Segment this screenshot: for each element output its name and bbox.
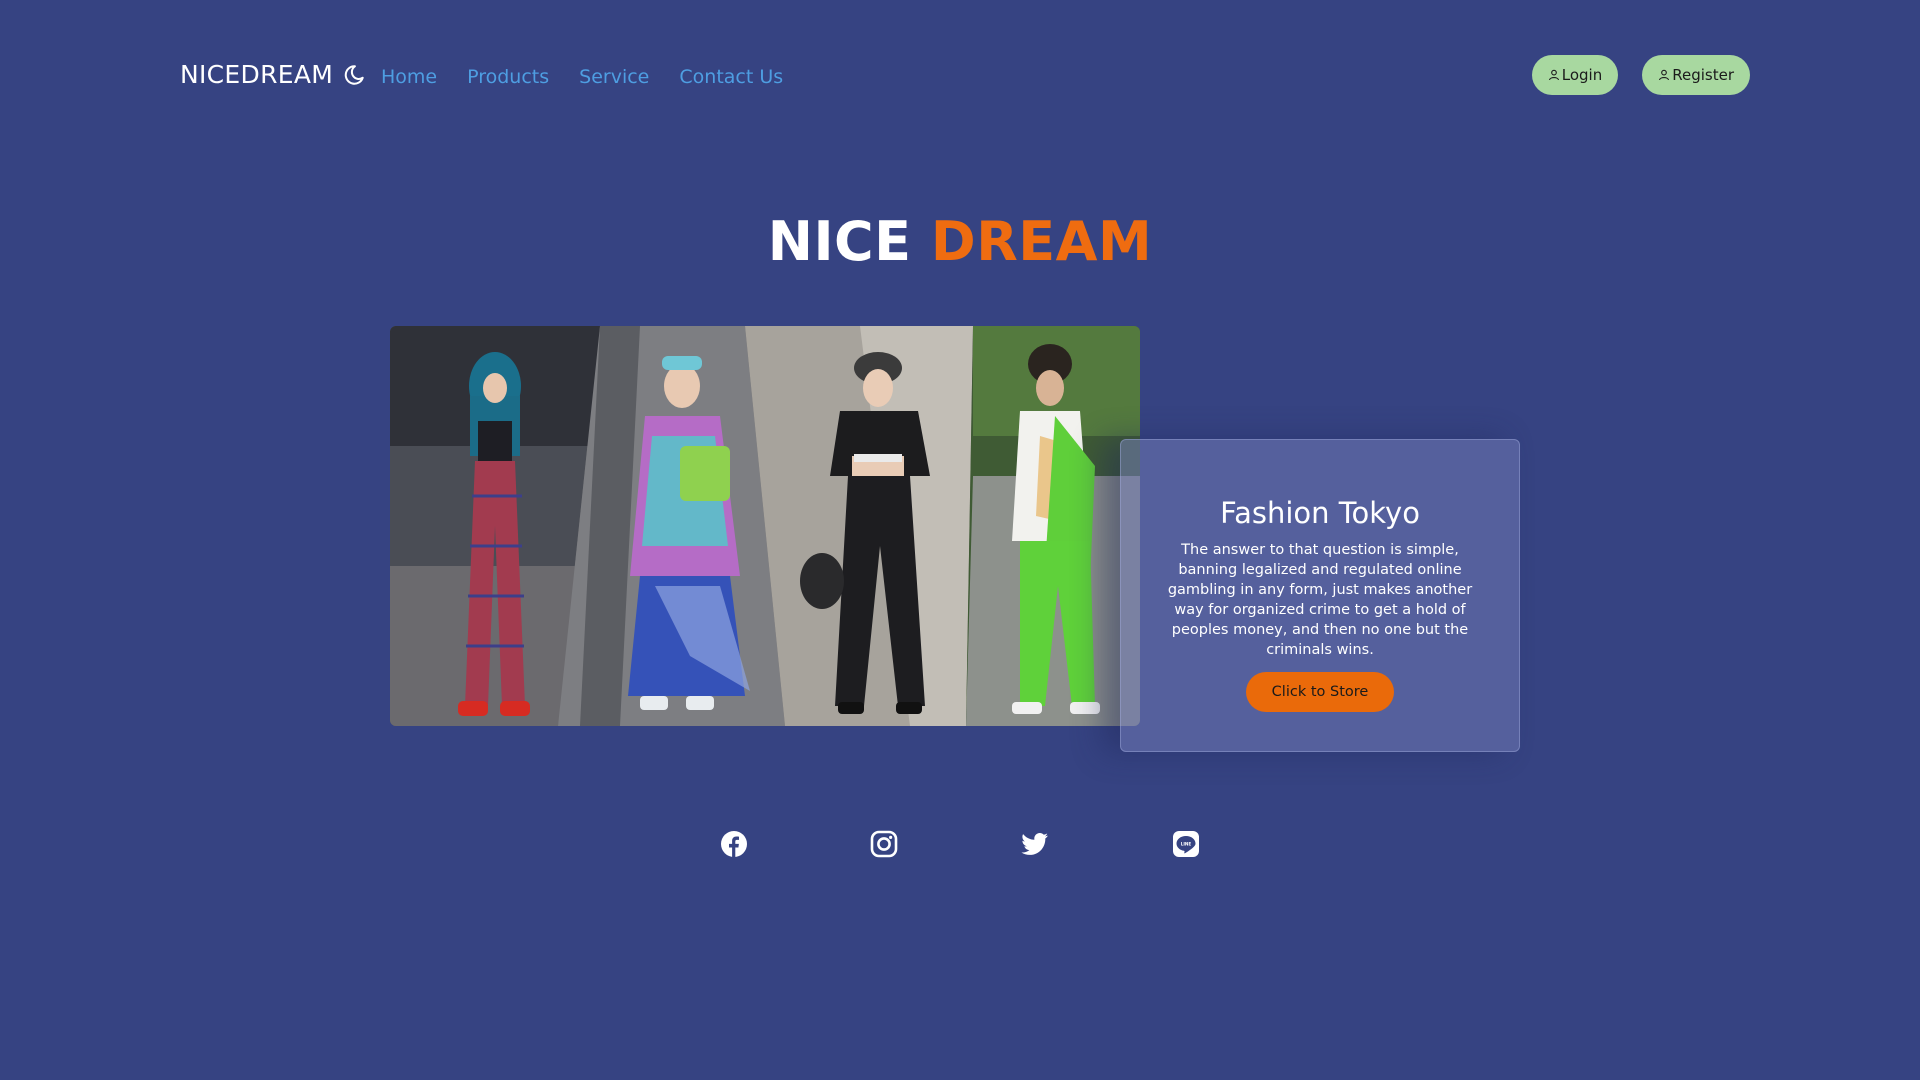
login-button[interactable]: Login <box>1531 55 1619 95</box>
user-icon <box>1658 69 1670 81</box>
moon-icon[interactable] <box>343 63 365 87</box>
nav-home-link[interactable]: Home <box>381 66 437 88</box>
fashion-collage-image <box>390 326 1140 726</box>
click-to-store-button[interactable]: Click to Store <box>1245 672 1395 712</box>
fashion-card: Fashion Tokyo The answer to that questio… <box>1120 439 1520 752</box>
card-title: Fashion Tokyo <box>1220 496 1420 530</box>
nav-service-link[interactable]: Service <box>579 66 649 88</box>
card-description: The answer to that question is simple, b… <box>1167 542 1473 658</box>
hero-title: NICE DREAM <box>0 210 1920 273</box>
navbar: NICEDREAM Home Products Service Contact … <box>0 0 1920 150</box>
auth-buttons: Login Register <box>1531 55 1750 95</box>
instagram-icon[interactable] <box>870 830 898 858</box>
register-button[interactable]: Register <box>1642 55 1750 95</box>
brand-name: NICEDREAM <box>180 60 334 89</box>
brand-logo[interactable]: NICEDREAM <box>180 60 365 89</box>
nav-contact-link[interactable]: Contact Us <box>679 66 783 88</box>
main-nav: Home Products Service Contact Us <box>381 66 783 88</box>
register-label: Register <box>1672 66 1734 84</box>
hero-title-nice: NICE <box>767 210 912 273</box>
hero-title-dream: DREAM <box>930 210 1153 273</box>
nav-products-link[interactable]: Products <box>467 66 549 88</box>
line-icon[interactable]: LINE <box>1172 830 1200 858</box>
login-label: Login <box>1561 66 1603 84</box>
twitter-icon[interactable] <box>1020 830 1050 858</box>
svg-text:LINE: LINE <box>1181 842 1192 847</box>
user-icon <box>1548 69 1560 81</box>
social-links: LINE <box>720 830 1200 858</box>
facebook-icon[interactable] <box>720 830 748 858</box>
